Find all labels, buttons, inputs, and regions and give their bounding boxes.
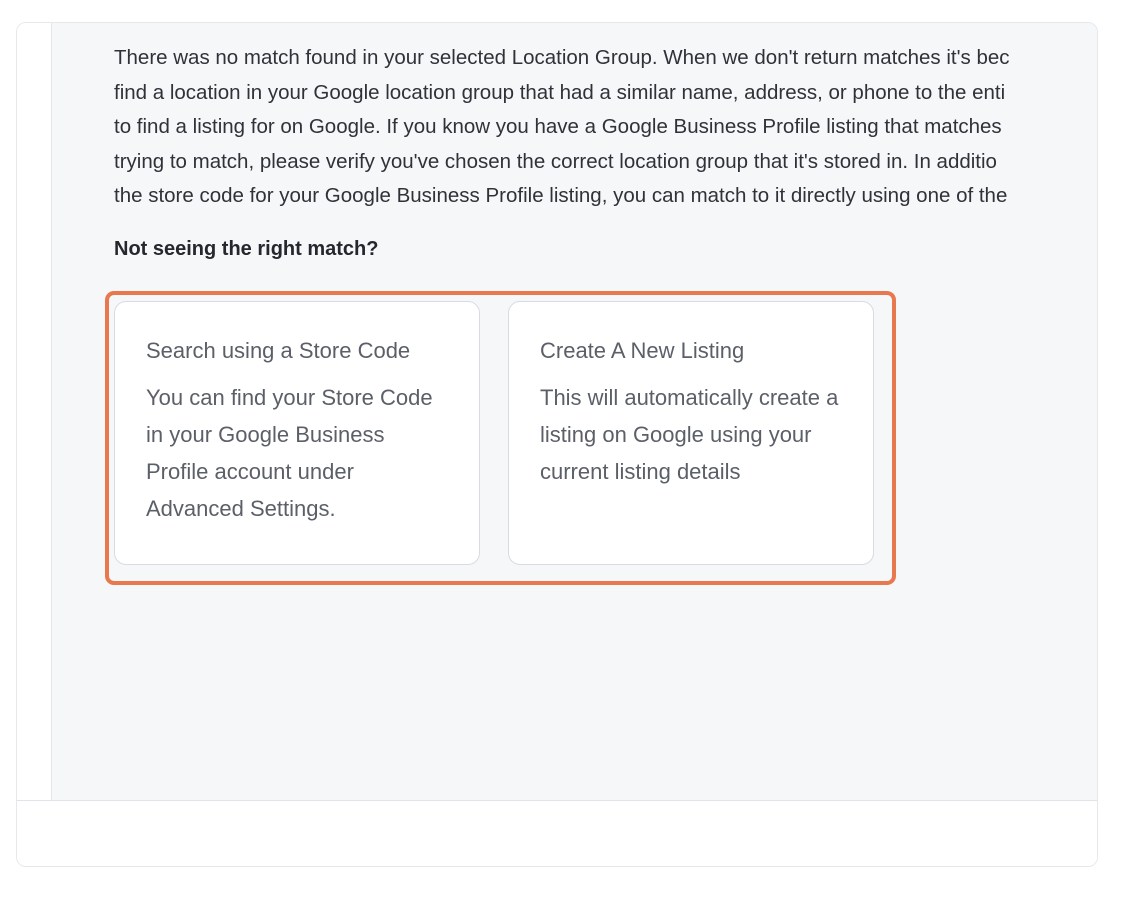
option-title: Create A New Listing: [540, 338, 745, 363]
no-match-explanation: There was no match found in your selecte…: [114, 41, 1097, 214]
explanation-line: There was no match found in your selecte…: [114, 46, 1010, 69]
search-store-code-option[interactable]: Search using a Store Code You can find y…: [114, 301, 480, 565]
explanation-line: the store code for your Google Business …: [114, 184, 1008, 207]
create-new-listing-option[interactable]: Create A New Listing This will automatic…: [508, 301, 874, 565]
explanation-line: to find a listing for on Google. If you …: [114, 115, 1002, 138]
explanation-line: trying to match, please verify you've ch…: [114, 149, 997, 173]
modal-frame: There was no match found in your selecte…: [16, 22, 1098, 867]
modal-footer: [17, 800, 1097, 866]
option-description: You can find your Store Code in your Goo…: [146, 385, 433, 521]
not-seeing-match-heading: Not seeing the right match?: [114, 238, 379, 260]
explanation-line: find a location in your Google location …: [114, 80, 1006, 104]
content-panel: There was no match found in your selecte…: [52, 23, 1097, 800]
left-rail: [17, 23, 52, 800]
option-title: Search using a Store Code: [146, 338, 411, 363]
option-description: This will automatically create a listing…: [540, 385, 839, 484]
